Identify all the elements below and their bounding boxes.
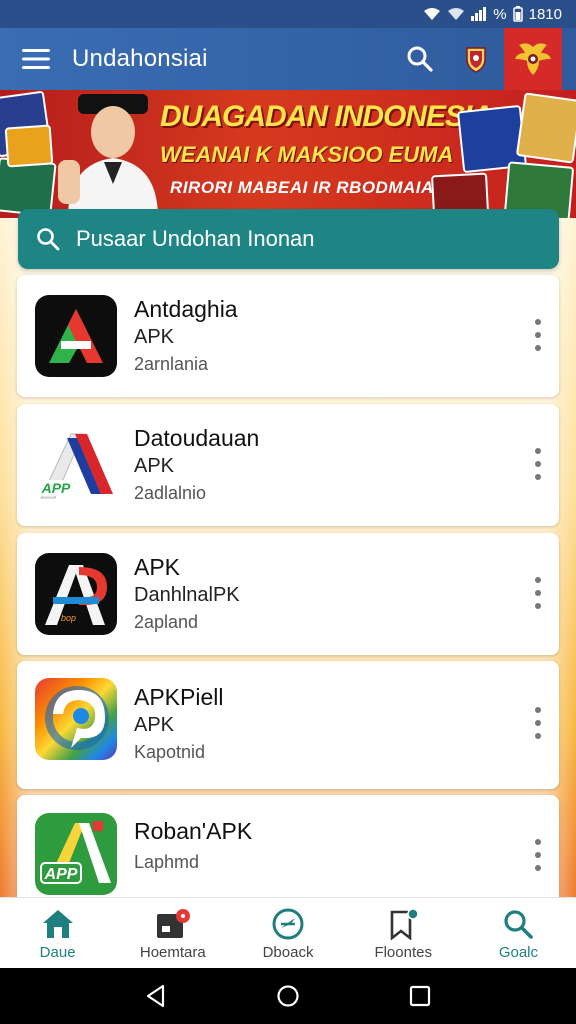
app-icon-swirl: [35, 678, 117, 760]
shield-icon: [466, 47, 486, 73]
app-type: APK: [134, 714, 175, 736]
app-icon-ap: bop: [35, 553, 117, 635]
app-type: DanhlnalPK: [134, 584, 240, 606]
wifi-icon: [424, 8, 441, 20]
app-type: APK: [134, 326, 175, 348]
nav-label: Hoemtara: [139, 944, 206, 961]
nav-item-inbox[interactable]: Hoemtara: [115, 898, 230, 968]
banner-headline: DUAGADAN INDONESIA: [160, 100, 493, 133]
app-icon-a: [35, 295, 117, 377]
banner-tagline: RIRORI MABEAI IR RBODMAIA!: [170, 178, 440, 197]
app-icon-app: APP: [35, 424, 117, 506]
app-list-item[interactable]: bop APK DanhlnalPK 2apland: [17, 533, 559, 655]
search-icon: [407, 46, 433, 72]
app-name: Datoudauan: [134, 425, 260, 451]
search-input[interactable]: Pusaar Undohan Inonan: [18, 209, 559, 269]
battery-icon: [512, 6, 523, 22]
signal-icon: [471, 7, 487, 21]
home-icon: [42, 910, 73, 938]
more-options-button[interactable]: [531, 315, 545, 355]
bookmark-icon: [390, 908, 419, 940]
emblem-button[interactable]: [504, 28, 562, 90]
more-options-button[interactable]: [531, 703, 545, 743]
promo-banner[interactable]: DUAGADAN INDONESIA WEANAI K MAKSIOO EUMA…: [0, 90, 576, 218]
app-type: APK: [134, 455, 175, 477]
app-subtitle: 2apland: [134, 612, 199, 632]
app-icon-text: APP: [44, 866, 78, 883]
app-icon-text: APP: [41, 480, 71, 496]
system-navigation-bar: [0, 968, 576, 1024]
nav-item-home[interactable]: Daue: [0, 898, 115, 968]
banner-thumbnail: [4, 124, 54, 168]
nav-label: Daue: [39, 944, 76, 961]
menu-button[interactable]: [0, 28, 72, 90]
home-circle-icon[interactable]: [276, 984, 300, 1008]
recents-icon[interactable]: [409, 985, 431, 1007]
search-placeholder: Pusaar Undohan Inonan: [76, 226, 315, 251]
search-button[interactable]: [392, 28, 448, 90]
percent-icon: %: [493, 5, 507, 23]
app-name: Antdaghia: [134, 296, 238, 322]
app-name: Roban'APK: [134, 818, 253, 844]
nav-item-search[interactable]: Goalc: [461, 898, 576, 968]
nav-label: Goalc: [498, 944, 538, 961]
app-subtitle: 2adlalnio: [134, 483, 207, 503]
inbox-icon: [156, 909, 190, 938]
app-bar: Undahonsiai: [0, 28, 576, 90]
status-bar: % 1810: [0, 0, 576, 28]
app-list-item[interactable]: APP Datoudauan APK 2adlalnio: [17, 404, 559, 526]
back-icon[interactable]: [145, 984, 167, 1008]
banner-subheadline: WEANAI K MAKSIOO EUMA: [160, 142, 454, 167]
app-icon-green: APP: [35, 813, 117, 895]
nav-item-explore[interactable]: Dboack: [230, 898, 345, 968]
bottom-navigation: Daue Hoemtara Dboack Floontes Goalc: [0, 897, 576, 968]
app-name: APKPiell: [134, 684, 224, 710]
more-options-button[interactable]: [531, 573, 545, 613]
search-icon: [504, 910, 534, 939]
app-name: APK: [134, 554, 181, 580]
wifi-icon: [448, 8, 465, 20]
app-icon-text: bop: [61, 613, 76, 623]
status-time: 1810: [528, 5, 562, 23]
garuda-emblem-icon: [515, 43, 551, 75]
app-title: Undahonsiai: [72, 45, 208, 72]
app-list-item[interactable]: APKPiell APK Kapotnid: [17, 661, 559, 789]
more-options-button[interactable]: [531, 835, 545, 875]
nav-label: Floontes: [374, 944, 432, 961]
hamburger-icon: [22, 49, 50, 69]
nav-label: Dboack: [262, 944, 314, 961]
compass-icon: [272, 908, 304, 940]
app-list-item[interactable]: Antdaghia APK 2arnlania: [17, 275, 559, 397]
banner-person-illustration: [58, 94, 158, 218]
app-subtitle: Laphmd: [134, 852, 200, 872]
banner-thumbnail: [515, 92, 576, 164]
search-icon: [37, 228, 60, 251]
more-options-button[interactable]: [531, 444, 545, 484]
app-subtitle: 2arnlania: [134, 354, 209, 374]
nav-item-saved[interactable]: Floontes: [346, 898, 461, 968]
shield-button[interactable]: [448, 28, 504, 90]
app-subtitle: Kapotnid: [134, 742, 206, 762]
